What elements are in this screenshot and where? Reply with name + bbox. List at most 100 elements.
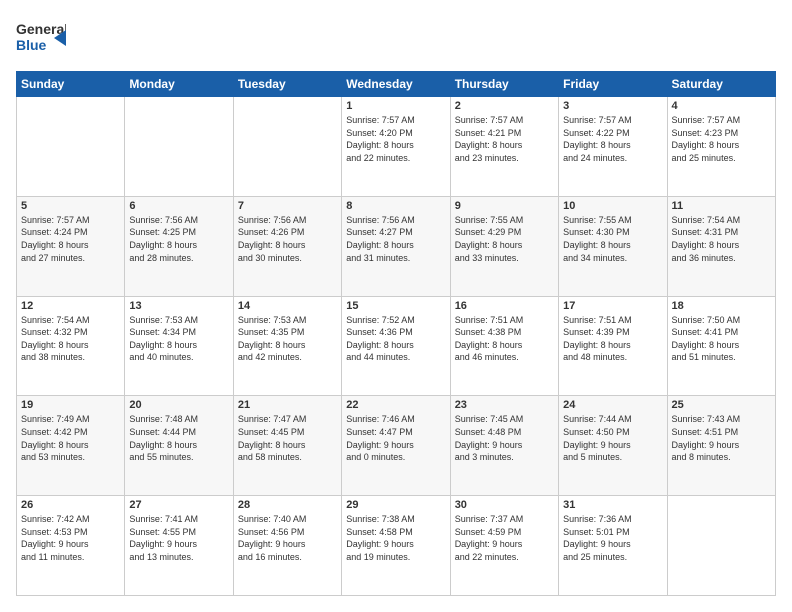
day-number: 9: [455, 200, 554, 212]
calendar-cell-week3-day3: 14Sunrise: 7:53 AM Sunset: 4:35 PM Dayli…: [233, 296, 341, 396]
weekday-header-wednesday: Wednesday: [342, 72, 450, 97]
page: General Blue SundayMondayTuesdayWednesda…: [0, 0, 792, 612]
calendar-cell-week2-day4: 8 Sunrise: 7:56 AM Sunset: 4:27 PM Daylig…: [342, 196, 450, 296]
calendar-cell-week2-day1: 5 Sunrise: 7:57 AM Sunset: 4:24 PM Daylig…: [17, 196, 125, 296]
day-number: 10: [563, 200, 662, 212]
day-number: 2: [455, 100, 554, 112]
day-number: 8: [346, 200, 445, 212]
day-info: Sunrise: 7:57 AM Sunset: 4:22 PM Dayligh…: [563, 114, 662, 164]
weekday-header-saturday: Saturday: [667, 72, 775, 97]
svg-text:Blue: Blue: [16, 37, 47, 53]
calendar-cell-week5-day3: 28 Sunrise: 7:40 AM Sunset: 4:56 PM Dayli…: [233, 496, 341, 596]
day-info: Sunrise: 7:57 AM Sunset: 4:21 PM Dayligh…: [455, 114, 554, 164]
calendar-cell-week2-day3: 7Sunrise: 7:56 AM Sunset: 4:26 PM Daylig…: [233, 196, 341, 296]
day-number: 12: [21, 300, 120, 312]
day-number: 11: [672, 200, 771, 212]
day-info: Sunrise: 7:46 AM Sunset: 4:47 PM Dayligh…: [346, 413, 445, 463]
calendar-cell-week3-day7: 18 Sunrise: 7:50 AM Sunset: 4:41 PM Dayli…: [667, 296, 775, 396]
day-number: 13: [129, 300, 228, 312]
weekday-header-tuesday: Tuesday: [233, 72, 341, 97]
day-info: Sunrise: 7:44 AM Sunset: 4:50 PM Dayligh…: [563, 413, 662, 463]
day-number: 18: [672, 300, 771, 312]
day-info: Sunrise: 7:57 AM Sunset: 4:24 PM Dayligh…: [21, 214, 120, 264]
calendar-cell-week5-day7: [667, 496, 775, 596]
header: General Blue: [16, 16, 776, 61]
day-info: Sunrise: 7:45 AM Sunset: 4:48 PM Dayligh…: [455, 413, 554, 463]
calendar-cell-week1-day4: 1Sunrise: 7:57 AM Sunset: 4:20 PM Daylig…: [342, 97, 450, 197]
calendar-cell-week5-day1: 26 Sunrise: 7:42 AM Sunset: 4:53 PM Dayli…: [17, 496, 125, 596]
day-info: Sunrise: 7:54 AM Sunset: 4:31 PM Dayligh…: [672, 214, 771, 264]
day-number: 21: [238, 399, 337, 411]
calendar-cell-week1-day5: 2 Sunrise: 7:57 AM Sunset: 4:21 PM Daylig…: [450, 97, 558, 197]
calendar-table: SundayMondayTuesdayWednesdayThursdayFrid…: [16, 71, 776, 596]
calendar-cell-week4-day4: 22 Sunrise: 7:46 AM Sunset: 4:47 PM Dayli…: [342, 396, 450, 496]
calendar-cell-week1-day3: [233, 97, 341, 197]
day-info: Sunrise: 7:51 AM Sunset: 4:39 PM Dayligh…: [563, 314, 662, 364]
calendar-cell-week2-day2: 6 Sunrise: 7:56 AM Sunset: 4:25 PM Daylig…: [125, 196, 233, 296]
calendar-cell-week5-day6: 31Sunrise: 7:36 AM Sunset: 5:01 PM Dayli…: [559, 496, 667, 596]
day-number: 31: [563, 499, 662, 511]
calendar-cell-week2-day6: 10 Sunrise: 7:55 AM Sunset: 4:30 PM Dayli…: [559, 196, 667, 296]
day-number: 1: [346, 100, 445, 112]
day-info: Sunrise: 7:37 AM Sunset: 4:59 PM Dayligh…: [455, 513, 554, 563]
calendar-cell-week1-day1: [17, 97, 125, 197]
day-info: Sunrise: 7:52 AM Sunset: 4:36 PM Dayligh…: [346, 314, 445, 364]
weekday-header-sunday: Sunday: [17, 72, 125, 97]
calendar-cell-week1-day7: 4Sunrise: 7:57 AM Sunset: 4:23 PM Daylig…: [667, 97, 775, 197]
day-info: Sunrise: 7:40 AM Sunset: 4:56 PM Dayligh…: [238, 513, 337, 563]
day-number: 29: [346, 499, 445, 511]
calendar-week-5: 26 Sunrise: 7:42 AM Sunset: 4:53 PM Dayli…: [17, 496, 776, 596]
day-info: Sunrise: 7:49 AM Sunset: 4:42 PM Dayligh…: [21, 413, 120, 463]
calendar-cell-week3-day4: 15 Sunrise: 7:52 AM Sunset: 4:36 PM Dayli…: [342, 296, 450, 396]
logo-graphic: General Blue: [16, 16, 66, 61]
calendar-cell-week2-day5: 9 Sunrise: 7:55 AM Sunset: 4:29 PM Daylig…: [450, 196, 558, 296]
day-info: Sunrise: 7:47 AM Sunset: 4:45 PM Dayligh…: [238, 413, 337, 463]
day-number: 15: [346, 300, 445, 312]
calendar-cell-week4-day3: 21 Sunrise: 7:47 AM Sunset: 4:45 PM Dayli…: [233, 396, 341, 496]
weekday-header-friday: Friday: [559, 72, 667, 97]
calendar-cell-week2-day7: 11 Sunrise: 7:54 AM Sunset: 4:31 PM Dayli…: [667, 196, 775, 296]
calendar-cell-week4-day5: 23 Sunrise: 7:45 AM Sunset: 4:48 PM Dayli…: [450, 396, 558, 496]
day-number: 23: [455, 399, 554, 411]
day-number: 5: [21, 200, 120, 212]
day-info: Sunrise: 7:56 AM Sunset: 4:26 PM Dayligh…: [238, 214, 337, 264]
day-number: 19: [21, 399, 120, 411]
day-number: 26: [21, 499, 120, 511]
calendar-header-row: SundayMondayTuesdayWednesdayThursdayFrid…: [17, 72, 776, 97]
day-number: 14: [238, 300, 337, 312]
day-number: 20: [129, 399, 228, 411]
day-info: Sunrise: 7:55 AM Sunset: 4:30 PM Dayligh…: [563, 214, 662, 264]
day-number: 17: [563, 300, 662, 312]
calendar-cell-week3-day1: 12 Sunrise: 7:54 AM Sunset: 4:32 PM Dayli…: [17, 296, 125, 396]
weekday-header-thursday: Thursday: [450, 72, 558, 97]
calendar-cell-week5-day5: 30Sunrise: 7:37 AM Sunset: 4:59 PM Dayli…: [450, 496, 558, 596]
day-info: Sunrise: 7:56 AM Sunset: 4:27 PM Dayligh…: [346, 214, 445, 264]
day-number: 24: [563, 399, 662, 411]
calendar-cell-week3-day5: 16 Sunrise: 7:51 AM Sunset: 4:38 PM Dayli…: [450, 296, 558, 396]
day-number: 3: [563, 100, 662, 112]
day-info: Sunrise: 7:50 AM Sunset: 4:41 PM Dayligh…: [672, 314, 771, 364]
calendar-cell-week3-day6: 17 Sunrise: 7:51 AM Sunset: 4:39 PM Dayli…: [559, 296, 667, 396]
calendar-week-4: 19 Sunrise: 7:49 AM Sunset: 4:42 PM Dayli…: [17, 396, 776, 496]
day-info: Sunrise: 7:54 AM Sunset: 4:32 PM Dayligh…: [21, 314, 120, 364]
calendar-week-3: 12 Sunrise: 7:54 AM Sunset: 4:32 PM Dayli…: [17, 296, 776, 396]
day-info: Sunrise: 7:55 AM Sunset: 4:29 PM Dayligh…: [455, 214, 554, 264]
calendar-cell-week4-day6: 24 Sunrise: 7:44 AM Sunset: 4:50 PM Dayli…: [559, 396, 667, 496]
day-number: 6: [129, 200, 228, 212]
day-number: 28: [238, 499, 337, 511]
day-info: Sunrise: 7:56 AM Sunset: 4:25 PM Dayligh…: [129, 214, 228, 264]
logo: General Blue: [16, 16, 66, 61]
day-info: Sunrise: 7:43 AM Sunset: 4:51 PM Dayligh…: [672, 413, 771, 463]
calendar-cell-week1-day6: 3 Sunrise: 7:57 AM Sunset: 4:22 PM Daylig…: [559, 97, 667, 197]
calendar-cell-week4-day2: 20Sunrise: 7:48 AM Sunset: 4:44 PM Dayli…: [125, 396, 233, 496]
day-number: 22: [346, 399, 445, 411]
day-info: Sunrise: 7:57 AM Sunset: 4:23 PM Dayligh…: [672, 114, 771, 164]
day-number: 16: [455, 300, 554, 312]
calendar-cell-week1-day2: [125, 97, 233, 197]
calendar-week-1: 1Sunrise: 7:57 AM Sunset: 4:20 PM Daylig…: [17, 97, 776, 197]
calendar-cell-week5-day2: 27Sunrise: 7:41 AM Sunset: 4:55 PM Dayli…: [125, 496, 233, 596]
day-info: Sunrise: 7:42 AM Sunset: 4:53 PM Dayligh…: [21, 513, 120, 563]
calendar-cell-week4-day7: 25Sunrise: 7:43 AM Sunset: 4:51 PM Dayli…: [667, 396, 775, 496]
day-info: Sunrise: 7:51 AM Sunset: 4:38 PM Dayligh…: [455, 314, 554, 364]
weekday-header-monday: Monday: [125, 72, 233, 97]
